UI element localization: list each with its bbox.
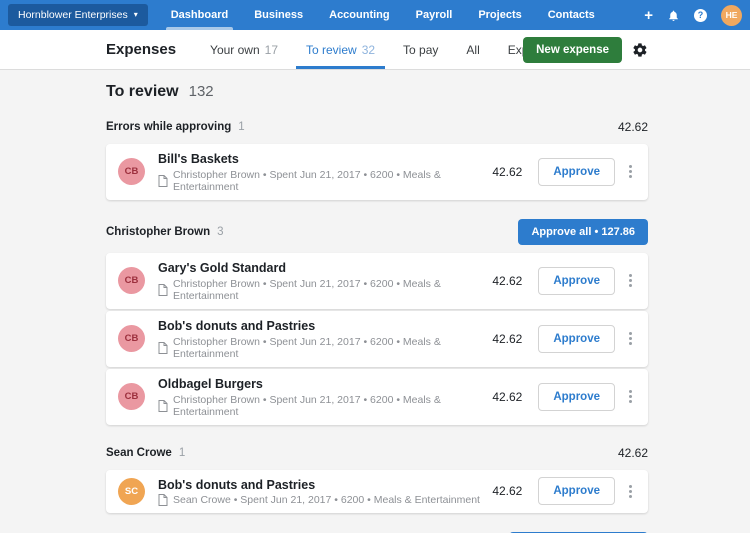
approve-button[interactable]: Approve [538, 158, 615, 186]
expense-title: Bob's donuts and Pastries [158, 318, 492, 335]
avatar: SC [118, 478, 145, 505]
section-header: Christopher Brown 3 Approve all • 127.86 [106, 219, 648, 245]
expense-title: Bill's Baskets [158, 151, 492, 168]
notifications-bell-icon[interactable] [667, 9, 680, 22]
section-count: 1 [179, 447, 185, 459]
expenses-tabs: Your own 17 To review 32 To pay All Expl… [196, 30, 566, 69]
receipt-icon [158, 400, 168, 412]
expense-title: Gary's Gold Standard [158, 260, 492, 277]
tab-your-own-count: 17 [265, 43, 278, 57]
nav-item-dashboard[interactable]: Dashboard [158, 0, 241, 30]
topnav-actions: + ? HE [644, 0, 750, 30]
expenses-title: Expenses [106, 30, 176, 69]
expense-amount: 42.62 [492, 390, 522, 404]
expense-meta: Christopher Brown • Spent Jun 21, 2017 •… [173, 394, 492, 418]
expense-row-garys-gold-standard[interactable]: CB Gary's Gold Standard Christopher Brow… [106, 253, 648, 309]
avatar: CB [118, 158, 145, 185]
approve-all-button[interactable]: Approve all • 127.86 [518, 219, 648, 245]
receipt-icon [158, 494, 168, 506]
kebab-menu-icon[interactable] [625, 482, 636, 501]
expense-meta: Sean Crowe • Spent Jun 21, 2017 • 6200 •… [173, 494, 480, 506]
approve-button[interactable]: Approve [538, 267, 615, 295]
receipt-icon [158, 342, 168, 354]
expense-row-oldbagel-burgers[interactable]: CB Oldbagel Burgers Christopher Brown • … [106, 369, 648, 425]
section-errors-while-approving: Errors while approving 1 42.62 CB Bill's… [106, 118, 648, 200]
expenses-header-actions: New expense [523, 30, 648, 69]
section-count: 3 [217, 226, 223, 238]
tab-your-own[interactable]: Your own 17 [196, 30, 292, 69]
nav-item-payroll[interactable]: Payroll [403, 0, 466, 30]
company-switcher[interactable]: Hornblower Enterprises ▾ [8, 4, 148, 26]
tab-to-pay[interactable]: To pay [389, 30, 452, 69]
page-title-count: 132 [189, 83, 214, 100]
avatar: CB [118, 325, 145, 352]
expense-amount: 42.62 [492, 484, 522, 498]
approve-button[interactable]: Approve [538, 383, 615, 411]
avatar: CB [118, 383, 145, 410]
tab-to-review[interactable]: To review 32 [292, 30, 389, 69]
expense-meta: Christopher Brown • Spent Jun 21, 2017 •… [173, 336, 492, 360]
approve-button[interactable]: Approve [538, 325, 615, 353]
add-icon[interactable]: + [644, 8, 653, 23]
section-sean-crowe: Sean Crowe 1 42.62 SC Bob's donuts and P… [106, 444, 648, 514]
section-count: 1 [238, 121, 244, 133]
section-header: Sean Crowe 1 42.62 [106, 444, 648, 462]
to-review-list: To review 132 Errors while approving 1 4… [0, 70, 750, 533]
expense-meta: Christopher Brown • Spent Jun 21, 2017 •… [173, 169, 492, 193]
new-expense-button[interactable]: New expense [523, 37, 622, 63]
kebab-menu-icon[interactable] [625, 162, 636, 181]
expense-title: Oldbagel Burgers [158, 376, 492, 393]
expense-row-bobs-donuts-sc[interactable]: SC Bob's donuts and Pastries Sean Crowe … [106, 470, 648, 514]
receipt-icon [158, 284, 168, 296]
nav-item-contacts[interactable]: Contacts [535, 0, 608, 30]
expense-amount: 42.62 [492, 165, 522, 179]
nav-item-accounting[interactable]: Accounting [316, 0, 403, 30]
tab-all[interactable]: All [452, 30, 493, 69]
kebab-menu-icon[interactable] [625, 329, 636, 348]
receipt-icon [158, 175, 168, 187]
kebab-menu-icon[interactable] [625, 271, 636, 290]
expense-row-bobs-donuts-cb[interactable]: CB Bob's donuts and Pastries Christopher… [106, 311, 648, 367]
gear-icon[interactable] [632, 42, 648, 58]
kebab-menu-icon[interactable] [625, 387, 636, 406]
avatar: CB [118, 267, 145, 294]
nav-item-projects[interactable]: Projects [465, 0, 534, 30]
user-avatar[interactable]: HE [721, 5, 742, 26]
main-nav: Dashboard Business Accounting Payroll Pr… [158, 0, 608, 30]
expense-row-bills-baskets[interactable]: CB Bill's Baskets Christopher Brown • Sp… [106, 144, 648, 200]
expense-meta: Christopher Brown • Spent Jun 21, 2017 •… [173, 278, 492, 302]
nav-item-business[interactable]: Business [241, 0, 316, 30]
top-navbar: Hornblower Enterprises ▾ Dashboard Busin… [0, 0, 750, 30]
expense-title: Bob's donuts and Pastries [158, 477, 492, 494]
page-title: To review 132 [106, 83, 648, 101]
company-name: Hornblower Enterprises [18, 9, 128, 21]
expenses-header: Expenses Your own 17 To review 32 To pay… [0, 30, 750, 70]
caret-down-icon: ▾ [134, 11, 138, 19]
help-icon[interactable]: ? [694, 9, 707, 22]
expense-amount: 42.62 [492, 274, 522, 288]
section-total: 42.62 [618, 120, 648, 134]
section-header: Errors while approving 1 42.62 [106, 118, 648, 136]
approve-button[interactable]: Approve [538, 477, 615, 505]
section-total: 42.62 [618, 446, 648, 460]
section-christopher-brown: Christopher Brown 3 Approve all • 127.86… [106, 219, 648, 425]
tab-to-review-count: 32 [362, 43, 375, 57]
expense-amount: 42.62 [492, 332, 522, 346]
